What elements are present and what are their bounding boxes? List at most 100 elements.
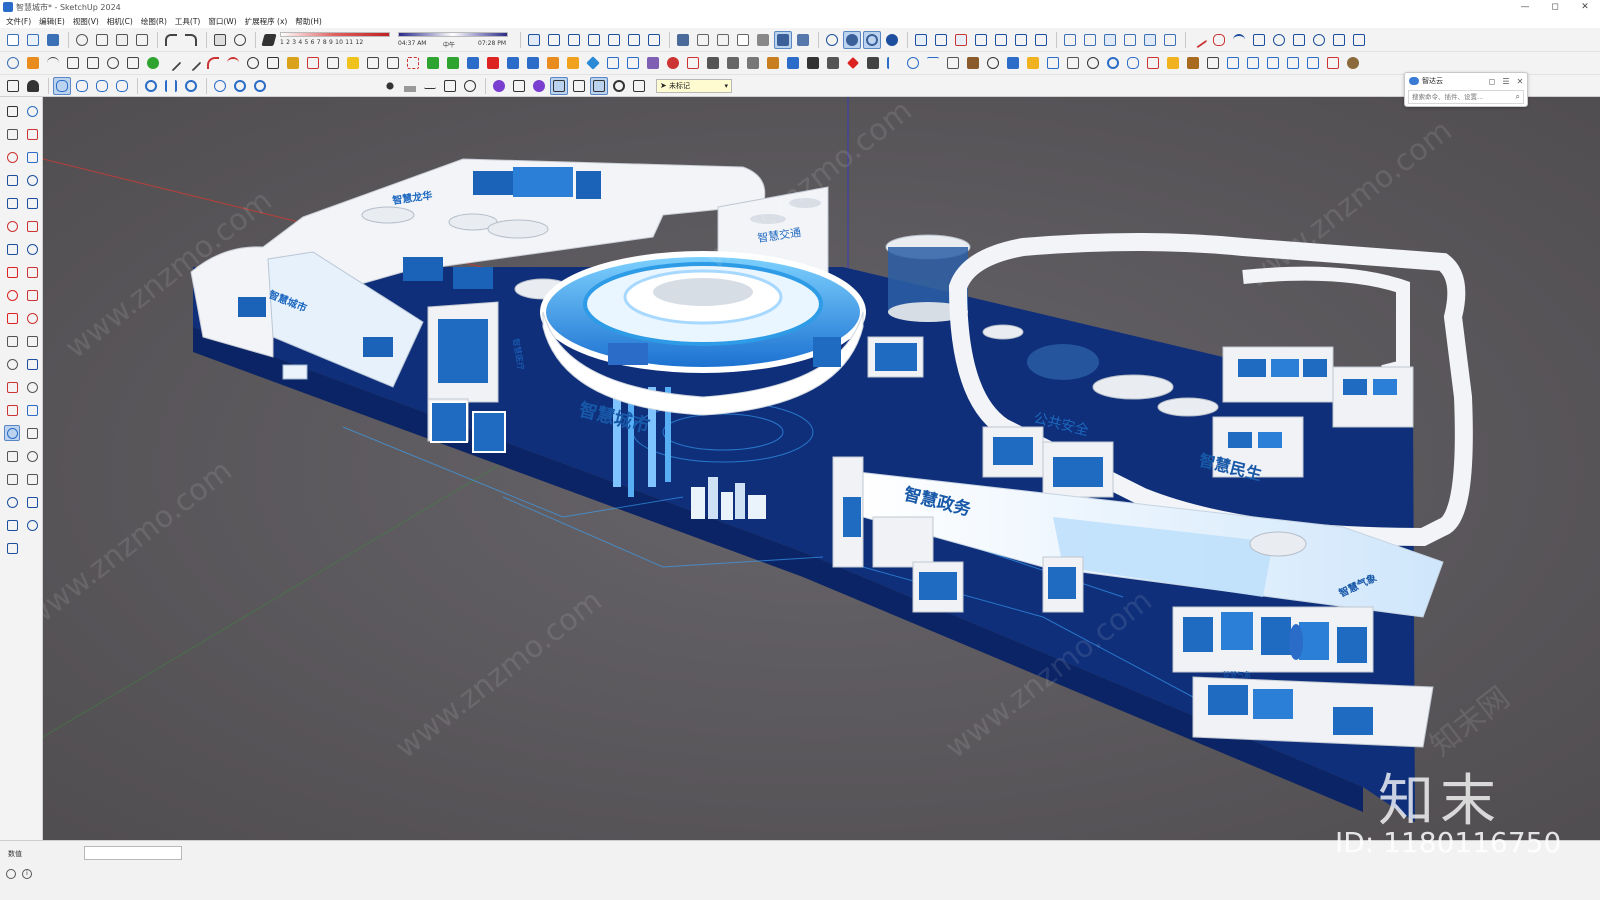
dimension-tool-icon[interactable] [4,356,20,372]
cloud-upload-icon[interactable] [73,77,91,95]
plugin-cube-icon[interactable] [644,54,662,72]
shaded-textures-icon[interactable] [774,30,792,49]
plugin-hatch-icon[interactable] [864,54,882,72]
wireframe-icon[interactable] [714,31,732,49]
face-style-icon[interactable] [441,77,459,95]
shadow-toggle-icon[interactable] [260,31,278,49]
model-viewport[interactable]: 智慧城市 智慧龙华 智慧交通 智慧城市 智慧政务 智慧民生 公共安全 智慧气象 … [43,97,1600,840]
menu-camera[interactable]: 相机(C) [107,16,133,27]
zoom-extents-tool-icon[interactable] [24,448,40,464]
arc-tool-icon[interactable] [4,218,20,234]
minimize-button[interactable]: — [1510,0,1540,14]
plugin-diamond-icon[interactable] [584,54,602,72]
view-iso-icon[interactable] [525,31,543,49]
add-detail-icon[interactable] [1012,31,1030,49]
eraser-tool-icon[interactable] [24,126,40,142]
time-slider[interactable] [398,31,508,37]
plugin-line-icon[interactable] [184,54,202,72]
plugin-curve2-icon[interactable] [884,54,902,72]
plugin-green-tool-icon[interactable] [144,54,162,72]
plugin-dots-icon[interactable] [404,54,422,72]
plugin-sphere-icon[interactable] [984,54,1002,72]
follow-me-tool-icon[interactable] [24,287,40,303]
drape-icon[interactable] [992,31,1010,49]
edge-style-icon[interactable] [421,77,439,95]
scale-tool-icon[interactable] [4,310,20,326]
sun-icon[interactable] [381,77,399,95]
geo-location-icon[interactable] [6,869,16,879]
rotate-tool-icon[interactable] [4,287,20,303]
plugin-blue-cross-icon[interactable] [464,54,482,72]
plugin-target-icon[interactable] [664,54,682,72]
plugin-download-icon[interactable] [564,54,582,72]
rotated-rectangle-tool-icon[interactable] [24,172,40,188]
plugin-table-icon[interactable] [1064,54,1082,72]
info-icon[interactable]: i [22,869,32,879]
view-right-icon[interactable] [585,31,603,49]
zoom-tool-icon[interactable] [24,425,40,441]
plugin-arrow-down-icon[interactable] [804,54,822,72]
plugin-hook-icon[interactable] [104,54,122,72]
cloud-link-icon[interactable] [93,77,111,95]
plugin-box-icon[interactable] [624,54,642,72]
plugin-triangle-icon[interactable] [324,54,342,72]
plugin-orange-t-icon[interactable] [544,54,562,72]
plugin-stairs-icon[interactable] [384,54,402,72]
view-left-icon[interactable] [625,31,643,49]
paint-bucket-tool-icon[interactable] [24,103,40,119]
section-display-icon[interactable] [1121,31,1139,49]
text-tool-icon[interactable] [24,356,40,372]
print-icon[interactable] [211,31,229,49]
sandbox-tool-icon[interactable] [24,494,40,510]
model-info-icon[interactable] [231,31,249,49]
smoove-tool-icon[interactable] [4,517,20,533]
globe-icon[interactable] [211,77,229,95]
plugin-cloud-icon[interactable] [1124,54,1142,72]
plugin-pipe-icon[interactable] [944,54,962,72]
plugin-frame2-icon[interactable] [1244,54,1262,72]
plugin-curve-icon[interactable] [4,54,22,72]
follow-me-icon[interactable] [1310,31,1328,49]
stamp-tool-icon[interactable] [24,517,40,533]
two-point-arc-tool-icon[interactable] [4,241,20,257]
close-icon[interactable]: ✕ [1513,77,1527,86]
plugin-yellow-grid-icon[interactable] [1024,54,1042,72]
plugin-frame3-icon[interactable] [1264,54,1282,72]
section-plane-tool-icon[interactable] [4,402,20,418]
view-back-icon[interactable] [605,31,623,49]
view-front-icon[interactable] [565,31,583,49]
copy-icon[interactable] [93,31,111,49]
monochrome-icon[interactable] [794,31,812,49]
orbit-tool-icon[interactable] [24,402,40,418]
offset-icon[interactable] [1350,31,1368,49]
cloud-sync-icon[interactable] [53,76,71,95]
maximize-button[interactable]: ◻ [1540,0,1570,14]
plugin-crate-icon[interactable] [764,54,782,72]
line-tool-icon[interactable] [4,149,20,165]
look-around-tool-icon[interactable] [4,494,20,510]
component-icon[interactable] [510,77,528,95]
menu-draw[interactable]: 绘图(R) [141,16,167,27]
plugin-window-icon[interactable] [684,54,702,72]
plugin-camera-icon[interactable] [1344,54,1362,72]
menu-window[interactable]: 窗口(W) [208,16,236,27]
layout-icon[interactable] [4,77,22,95]
measurements-input[interactable] [84,846,182,860]
section-fill-icon[interactable] [1101,31,1119,49]
screen-icon[interactable] [550,76,568,95]
view-bottom-icon[interactable] [645,31,663,49]
plugin-arc-icon[interactable] [204,54,222,72]
menu-view[interactable]: 视图(V) [73,16,99,27]
plugin-n-icon[interactable] [924,54,942,72]
axes-tool-icon[interactable] [4,379,20,395]
plugin-slope-icon[interactable] [724,54,742,72]
three-point-arc-tool-icon[interactable] [24,241,40,257]
plugin-slope2-icon[interactable] [744,54,762,72]
plugin-book-icon[interactable] [1184,54,1202,72]
bars-icon[interactable] [162,77,180,95]
plugin-link-icon[interactable] [1084,54,1102,72]
circle-icon[interactable] [1270,31,1288,49]
new-file-icon[interactable] [4,31,22,49]
walk-tool-icon[interactable] [24,471,40,487]
plugin-blue-cross2-icon[interactable] [504,54,522,72]
